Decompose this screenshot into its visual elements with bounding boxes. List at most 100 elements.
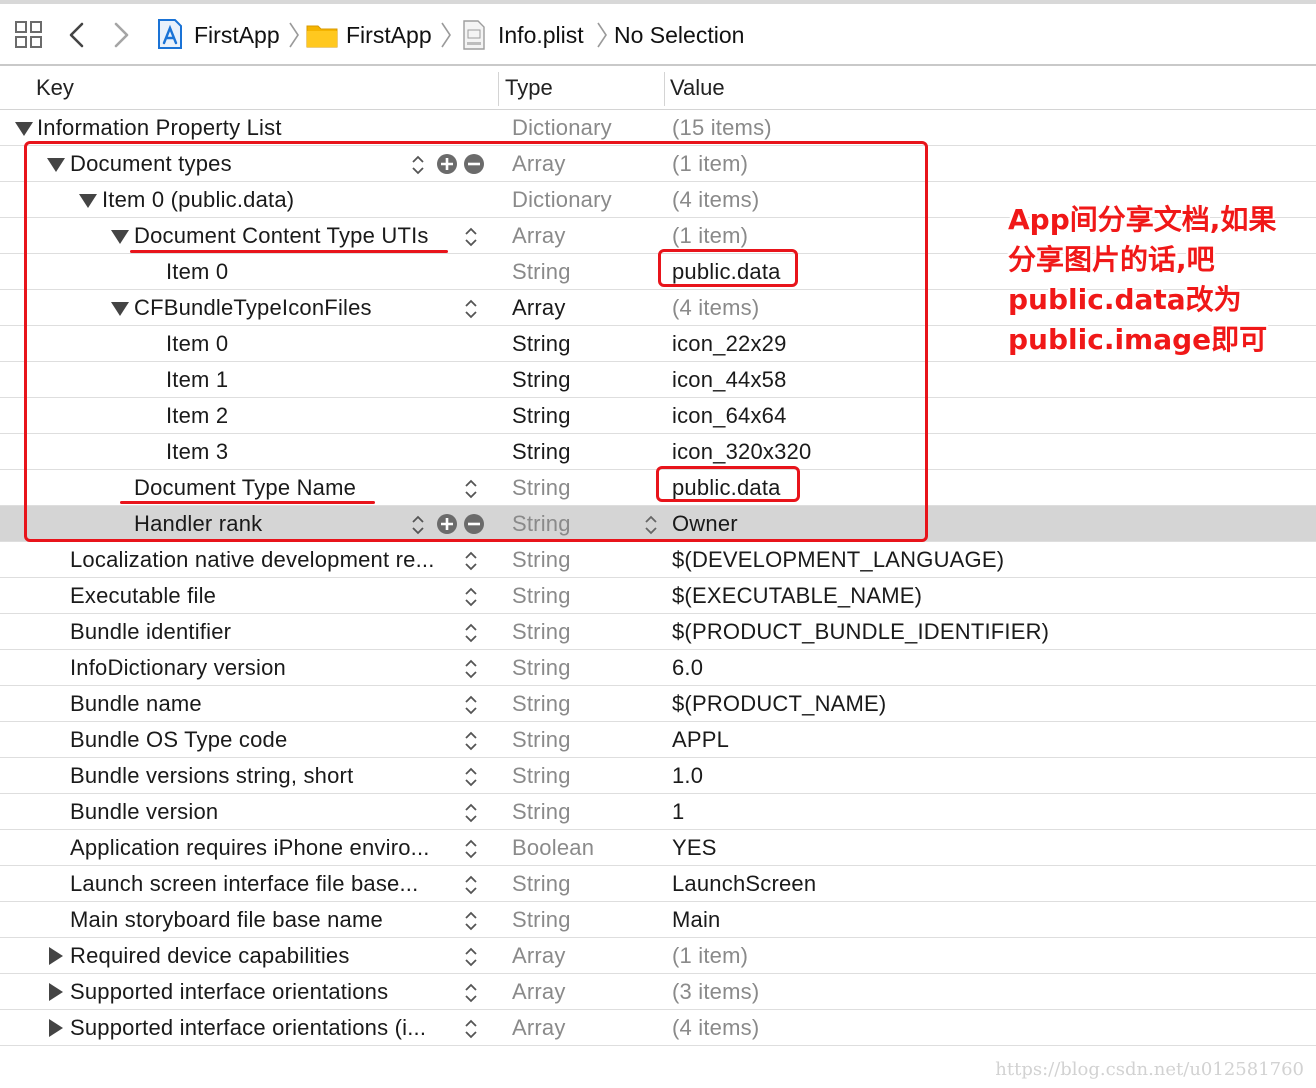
row-value[interactable]: public.data xyxy=(672,254,781,290)
column-header-type[interactable]: Type xyxy=(505,75,553,101)
remove-item-icon[interactable] xyxy=(463,153,485,175)
table-row[interactable]: Item 2 String icon_64x64 xyxy=(0,398,1316,434)
row-type[interactable]: String xyxy=(512,614,571,650)
back-chevron-icon[interactable] xyxy=(64,20,90,50)
stepper-icon[interactable] xyxy=(463,693,479,717)
row-value[interactable]: $(PRODUCT_BUNDLE_IDENTIFIER) xyxy=(672,614,1049,650)
row-type[interactable]: String xyxy=(512,650,571,686)
row-value[interactable]: (4 items) xyxy=(672,182,759,218)
row-type[interactable]: Array xyxy=(512,1010,566,1046)
row-type[interactable]: String xyxy=(512,578,571,614)
table-row[interactable]: Bundle version String 1 xyxy=(0,794,1316,830)
stepper-icon[interactable] xyxy=(463,549,479,573)
table-row[interactable]: Bundle versions string, short String 1.0 xyxy=(0,758,1316,794)
row-value[interactable]: (3 items) xyxy=(672,974,759,1010)
stepper-icon[interactable] xyxy=(463,837,479,861)
stepper-icon[interactable] xyxy=(463,585,479,609)
stepper-icon[interactable] xyxy=(463,621,479,645)
stepper-icon[interactable] xyxy=(463,765,479,789)
row-type[interactable]: String xyxy=(512,542,571,578)
row-type[interactable]: String xyxy=(512,362,571,398)
table-row[interactable]: Launch screen interface file base... Str… xyxy=(0,866,1316,902)
row-value[interactable]: $(EXECUTABLE_NAME) xyxy=(672,578,922,614)
row-value[interactable]: (15 items) xyxy=(672,110,772,146)
row-value[interactable]: 6.0 xyxy=(672,650,703,686)
table-row[interactable]: Executable file String $(EXECUTABLE_NAME… xyxy=(0,578,1316,614)
row-type[interactable]: Array xyxy=(512,974,566,1010)
disclosure-triangle-closed-icon[interactable] xyxy=(49,947,63,965)
row-value[interactable]: icon_64x64 xyxy=(672,398,787,434)
row-value[interactable]: public.data xyxy=(672,470,781,506)
stepper-icon[interactable] xyxy=(410,153,426,177)
row-type[interactable]: String xyxy=(512,434,571,470)
row-type[interactable]: String xyxy=(512,398,571,434)
row-type[interactable]: String xyxy=(512,758,571,794)
row-value[interactable]: (1 item) xyxy=(672,938,748,974)
table-row[interactable]: Bundle OS Type code String APPL xyxy=(0,722,1316,758)
disclosure-triangle-open-icon[interactable] xyxy=(15,122,33,136)
table-row[interactable]: Document types Array (1 item) xyxy=(0,146,1316,182)
row-value[interactable]: Owner xyxy=(672,506,738,542)
row-type[interactable]: String xyxy=(512,254,571,290)
table-row[interactable]: Localization native development re... St… xyxy=(0,542,1316,578)
row-type[interactable]: Boolean xyxy=(512,830,594,866)
row-type[interactable]: String xyxy=(512,506,571,542)
table-row[interactable]: Main storyboard file base name String Ma… xyxy=(0,902,1316,938)
disclosure-triangle-closed-icon[interactable] xyxy=(49,1019,63,1037)
row-type[interactable]: Array xyxy=(512,218,566,254)
breadcrumb-folder[interactable]: FirstApp xyxy=(346,19,432,51)
row-type[interactable]: Dictionary xyxy=(512,182,612,218)
breadcrumb-project[interactable]: FirstApp xyxy=(194,19,280,51)
row-type[interactable]: String xyxy=(512,470,571,506)
row-type[interactable]: String xyxy=(512,794,571,830)
disclosure-triangle-open-icon[interactable] xyxy=(79,194,97,208)
stepper-icon[interactable] xyxy=(463,873,479,897)
forward-chevron-icon[interactable] xyxy=(108,20,134,50)
breadcrumb-file[interactable]: Info.plist xyxy=(498,19,584,51)
column-divider[interactable] xyxy=(498,72,499,106)
stepper-icon[interactable] xyxy=(463,1017,479,1041)
remove-item-icon[interactable] xyxy=(463,513,485,535)
add-item-icon[interactable] xyxy=(436,513,458,535)
row-value[interactable]: (1 item) xyxy=(672,146,748,182)
table-row[interactable]: Required device capabilities Array (1 it… xyxy=(0,938,1316,974)
table-row[interactable]: Bundle name String $(PRODUCT_NAME) xyxy=(0,686,1316,722)
row-value[interactable]: LaunchScreen xyxy=(672,866,816,902)
row-value[interactable]: Main xyxy=(672,902,721,938)
stepper-icon[interactable] xyxy=(463,225,479,249)
column-divider[interactable] xyxy=(664,72,665,106)
row-value[interactable]: icon_44x58 xyxy=(672,362,787,398)
breadcrumb-selection[interactable]: No Selection xyxy=(614,19,744,51)
stepper-icon[interactable] xyxy=(463,801,479,825)
row-value[interactable]: $(DEVELOPMENT_LANGUAGE) xyxy=(672,542,1004,578)
table-row[interactable]: Information Property List Dictionary (15… xyxy=(0,110,1316,146)
table-row[interactable]: Bundle identifier String $(PRODUCT_BUNDL… xyxy=(0,614,1316,650)
row-type[interactable]: String xyxy=(512,686,571,722)
disclosure-triangle-closed-icon[interactable] xyxy=(49,983,63,1001)
table-row[interactable]: Supported interface orientations (i... A… xyxy=(0,1010,1316,1046)
disclosure-triangle-open-icon[interactable] xyxy=(111,302,129,316)
table-row[interactable]: Item 3 String icon_320x320 xyxy=(0,434,1316,470)
table-row[interactable]: Supported interface orientations Array (… xyxy=(0,974,1316,1010)
related-items-grid-icon[interactable] xyxy=(14,20,44,50)
row-type[interactable]: Dictionary xyxy=(512,110,612,146)
table-row-selected[interactable]: Handler rank String Owner xyxy=(0,506,1316,542)
stepper-icon[interactable] xyxy=(463,909,479,933)
row-type[interactable]: Array xyxy=(512,938,566,974)
value-popup-stepper-icon[interactable] xyxy=(643,513,659,537)
row-type[interactable]: String xyxy=(512,326,571,362)
row-value[interactable]: (1 item) xyxy=(672,218,748,254)
row-value[interactable]: YES xyxy=(672,830,717,866)
table-row[interactable]: InfoDictionary version String 6.0 xyxy=(0,650,1316,686)
column-header-key[interactable]: Key xyxy=(36,75,74,101)
row-value[interactable]: 1 xyxy=(672,794,684,830)
stepper-icon[interactable] xyxy=(410,513,426,537)
table-row[interactable]: Application requires iPhone enviro... Bo… xyxy=(0,830,1316,866)
row-value[interactable]: icon_22x29 xyxy=(672,326,787,362)
row-type[interactable]: String xyxy=(512,722,571,758)
stepper-icon[interactable] xyxy=(463,981,479,1005)
row-value[interactable]: APPL xyxy=(672,722,729,758)
stepper-icon[interactable] xyxy=(463,945,479,969)
disclosure-triangle-open-icon[interactable] xyxy=(47,158,65,172)
stepper-icon[interactable] xyxy=(463,297,479,321)
